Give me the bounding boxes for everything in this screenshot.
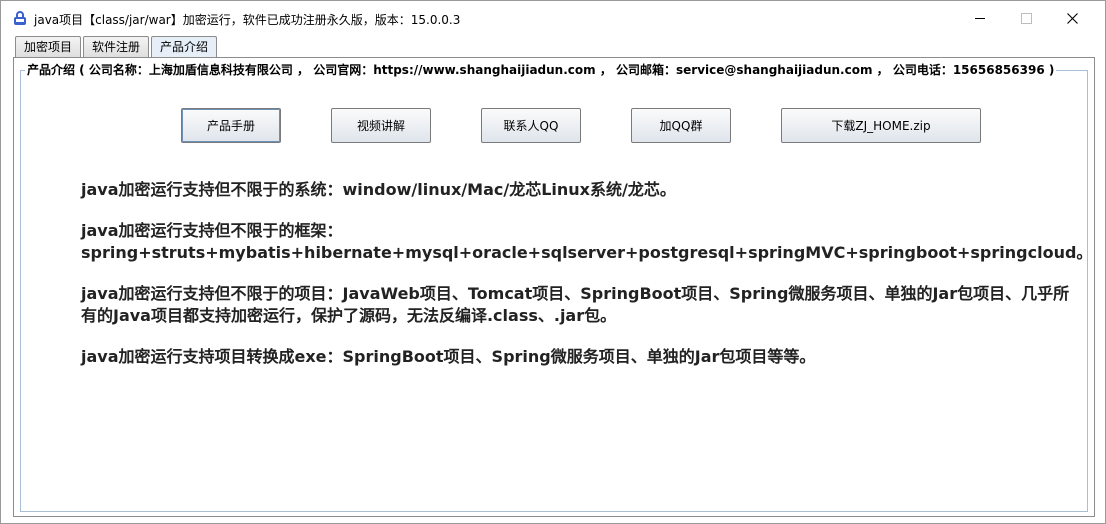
close-icon <box>1066 12 1078 24</box>
supported-projects-text: java加密运行支持但不限于的项目：JavaWeb项目、Tomcat项目、Spr… <box>81 284 1070 325</box>
company-info-legend: 产品介绍 ( 公司名称：上海加盾信息科技有限公司 ， 公司官网：https://… <box>25 61 1057 78</box>
maximize-icon <box>1020 12 1032 24</box>
maximize-button[interactable] <box>1003 1 1049 35</box>
supported-systems-text: java加密运行支持但不限于的系统：window/linux/Mac/龙芯Lin… <box>81 180 676 199</box>
tab-bar: 加密项目 软件注册 产品介绍 <box>15 36 219 58</box>
exe-conversion-text: java加密运行支持项目转换成exe：SpringBoot项目、Spring微服… <box>81 347 816 366</box>
app-window: java项目【class/jar/war】加密运行，软件已成功注册永久版，版本：… <box>0 0 1106 524</box>
product-description: java加密运行支持但不限于的系统：window/linux/Mac/龙芯Lin… <box>81 179 1093 387</box>
close-button[interactable] <box>1049 1 1095 35</box>
minimize-icon <box>975 17 985 19</box>
product-manual-button[interactable]: 产品手册 <box>181 108 281 143</box>
video-tutorial-button[interactable]: 视频讲解 <box>331 108 431 143</box>
title-bar[interactable]: java项目【class/jar/war】加密运行，软件已成功注册永久版，版本：… <box>1 1 1105 35</box>
lock-app-icon <box>14 11 26 25</box>
tab-panel: 产品介绍 ( 公司名称：上海加盾信息科技有限公司 ， 公司官网：https://… <box>13 57 1095 517</box>
supported-frameworks-text: java加密运行支持但不限于的框架： spring+struts+mybatis… <box>81 221 1093 262</box>
contact-qq-button[interactable]: 联系人QQ <box>481 108 581 143</box>
join-qq-group-button[interactable]: 加QQ群 <box>631 108 731 143</box>
window-title: java项目【class/jar/war】加密运行，软件已成功注册永久版，版本：… <box>34 13 461 27</box>
tab-software-register[interactable]: 软件注册 <box>83 36 150 57</box>
minimize-button[interactable] <box>957 1 1003 35</box>
tab-encrypt-project[interactable]: 加密项目 <box>15 36 82 57</box>
tab-product-intro[interactable]: 产品介绍 <box>151 36 218 58</box>
product-intro-group: 产品介绍 ( 公司名称：上海加盾信息科技有限公司 ， 公司官网：https://… <box>20 61 1093 512</box>
download-zj-home-button[interactable]: 下载ZJ_HOME.zip <box>781 108 981 143</box>
